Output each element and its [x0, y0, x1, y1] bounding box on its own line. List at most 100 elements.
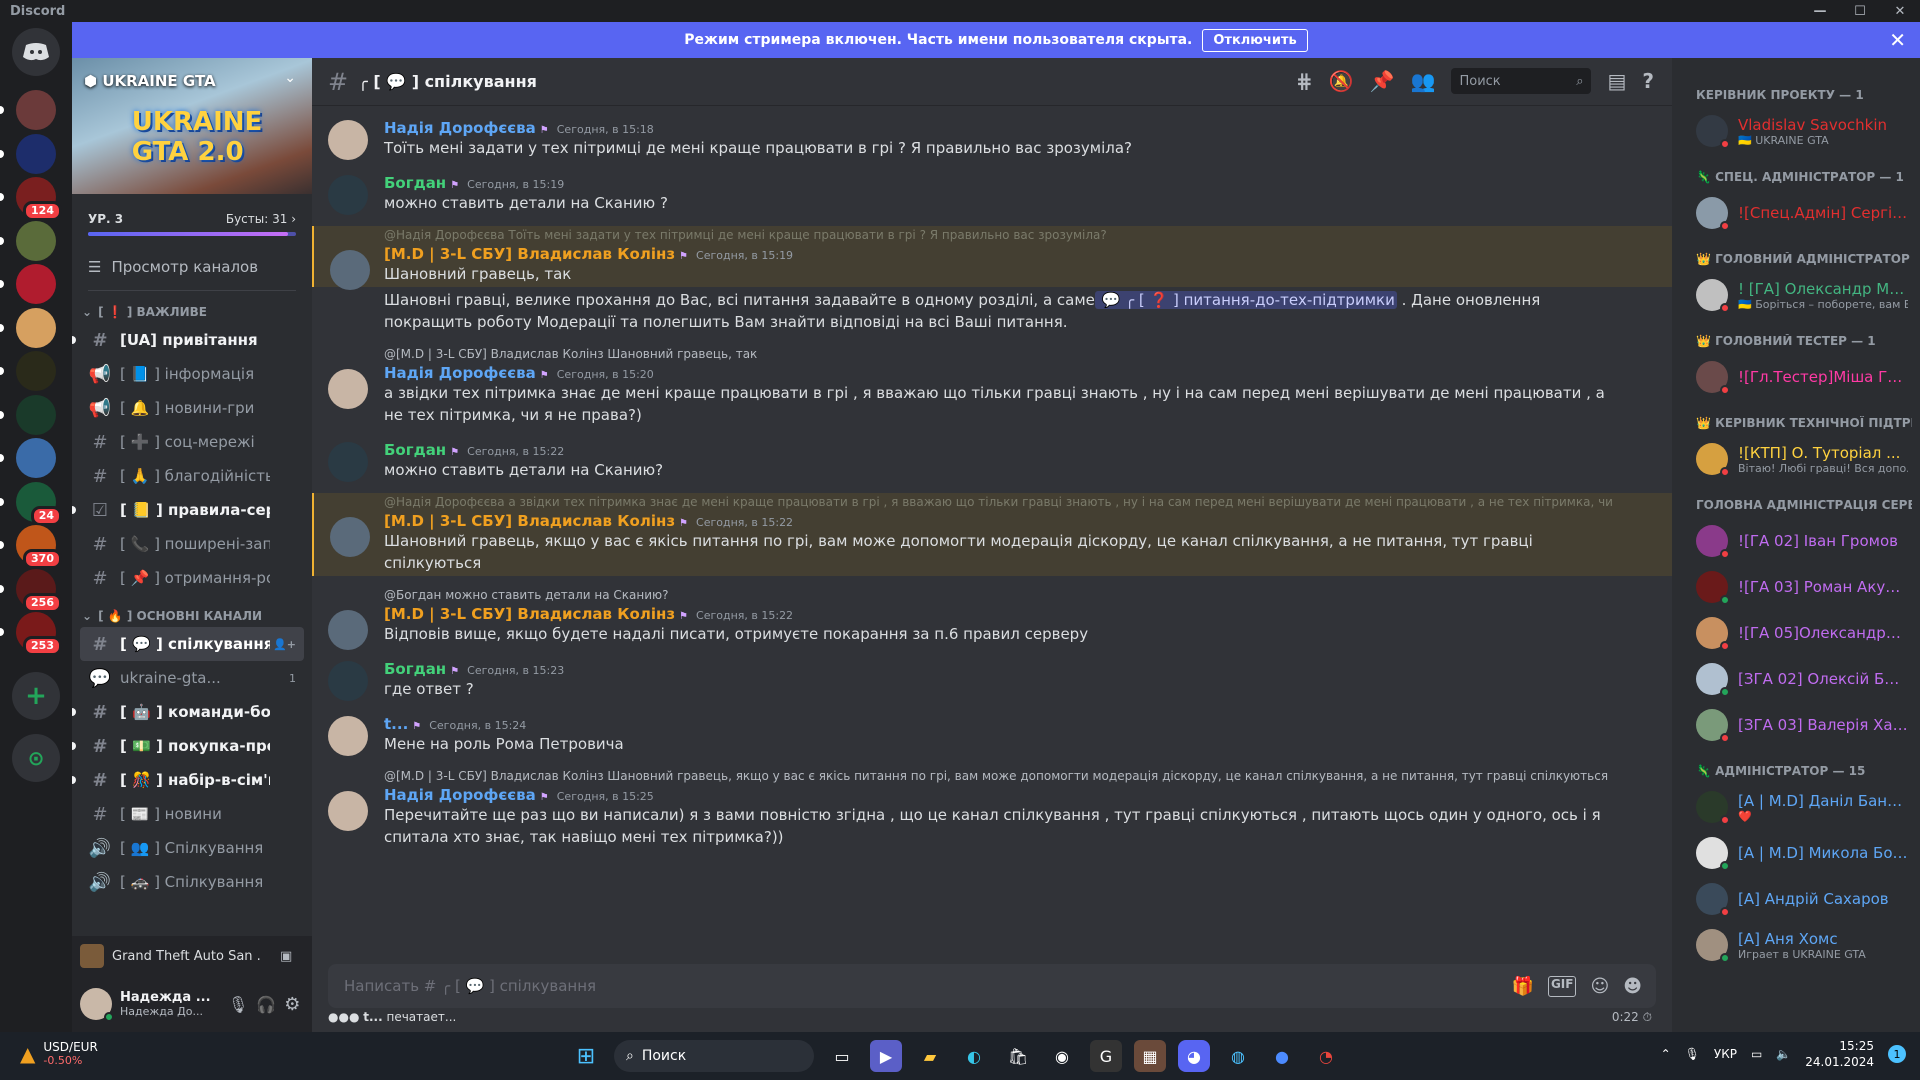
channel-item[interactable]: # [ 🙏 ] благодійність: [80, 459, 304, 493]
message[interactable]: @Богдан можно ставить детали на Сканию? […: [312, 586, 1672, 650]
avatar[interactable]: [328, 661, 368, 701]
message[interactable]: Богдан ⚑ Сегодня, в 15:19 можно ставить дет…: [312, 171, 1672, 216]
network-icon[interactable]: ▭: [1751, 1047, 1762, 1061]
channel-item[interactable]: # [ 🤖 ] команди-бота: [72, 695, 304, 729]
messenger-icon[interactable]: ●: [1266, 1040, 1298, 1072]
member-item[interactable]: ![Гл.Тестер]Міша Гол...: [1696, 356, 1912, 398]
close-banner-icon[interactable]: ✕: [1889, 28, 1906, 52]
teams-icon[interactable]: ▶: [870, 1040, 902, 1072]
pin-icon[interactable]: 📌: [1370, 69, 1395, 93]
channel-item[interactable]: # [ 💬 ] спілкування 👤+: [80, 627, 304, 661]
reply-preview[interactable]: @[M.D | 3-L СБУ] Владислав Колінз Шановн…: [384, 347, 1612, 361]
channel-item[interactable]: # [UA] привітання: [72, 323, 304, 357]
reply-preview[interactable]: @[M.D | 3-L СБУ] Владислав Колінз Шановн…: [384, 769, 1612, 783]
windows-start-icon[interactable]: ⊞: [570, 1040, 602, 1072]
emoji-icon[interactable]: ☻: [1623, 976, 1642, 997]
boost-status[interactable]: УР. 3 Бусты: 31 ›: [72, 194, 312, 232]
members-icon[interactable]: 👥: [1411, 69, 1436, 93]
channel-item[interactable]: # [ 📌 ] отримання-ро...: [80, 561, 304, 595]
avatar[interactable]: [328, 610, 368, 650]
volume-icon[interactable]: 🔈: [1776, 1047, 1791, 1061]
reply-preview[interactable]: @Надія Дорофєєва Тоїть мені задати у тех…: [384, 228, 1612, 242]
channel-item[interactable]: # [ ➕ ] соц-мережі: [80, 425, 304, 459]
threads-icon[interactable]: ⋕: [1296, 69, 1313, 93]
server-icon[interactable]: [0, 90, 56, 130]
member-item[interactable]: ![ГА 05]Олександра ...: [1696, 612, 1912, 654]
server-icon[interactable]: [0, 351, 56, 391]
channel-item[interactable]: ☑ [ 📒 ] правила-серв...: [72, 493, 304, 527]
avatar[interactable]: [328, 791, 368, 831]
member-item[interactable]: ! [ГА] Олександр Мір... 🇺🇦 Боріться – поб…: [1696, 274, 1912, 316]
message[interactable]: Богдан ⚑ Сегодня, в 15:22 можно ставить дет…: [312, 438, 1672, 483]
channel-item[interactable]: 📢 [ 📘 ] інформація: [80, 357, 304, 391]
invite-icon[interactable]: 👤+: [273, 638, 296, 651]
message-author[interactable]: [M.D | 3-L СБУ] Владислав Колінз: [384, 512, 675, 530]
search-input[interactable]: Поиск ⌕: [1451, 68, 1592, 94]
disable-streamer-mode-button[interactable]: Отключить: [1202, 28, 1308, 52]
message[interactable]: t... ⚑ Сегодня, в 15:24 Мене на роль Рома П…: [312, 712, 1672, 757]
maximize-icon[interactable]: ☐: [1840, 0, 1880, 22]
notification-mute-icon[interactable]: 🔕: [1329, 69, 1354, 93]
message-author[interactable]: [M.D | 3-L СБУ] Владислав Колінз: [384, 245, 675, 263]
avatar[interactable]: [328, 442, 368, 482]
obs-icon[interactable]: ◉: [1046, 1040, 1078, 1072]
sticker-icon[interactable]: ☺: [1590, 976, 1609, 997]
close-window-icon[interactable]: ✕: [1880, 0, 1920, 22]
server-icon[interactable]: 24: [0, 481, 62, 526]
channel-item[interactable]: 🔊 [ 👥 ] Спілкування: [80, 831, 304, 865]
avatar[interactable]: [328, 120, 368, 160]
channel-item[interactable]: 💬 ukraine-gta... 1: [80, 661, 304, 695]
member-item[interactable]: [A | M.D] Микола Бог...: [1696, 832, 1912, 874]
gif-icon[interactable]: GIF: [1547, 975, 1577, 997]
microphone-tray-icon[interactable]: 🎙: [1685, 1047, 1700, 1061]
server-icon[interactable]: 124: [0, 177, 62, 221]
message-author[interactable]: t...: [384, 715, 408, 733]
microphone-icon[interactable]: 🎙: [228, 995, 248, 1014]
language-indicator[interactable]: УКР: [1714, 1047, 1737, 1061]
discover-button[interactable]: ⊙: [12, 734, 60, 782]
message[interactable]: @Надія Дорофєєва Тоїть мені задати у тех…: [312, 226, 1672, 290]
message[interactable]: Надія Дорофєєва ⚑ Сегодня, в 15:18 Тоїть ме…: [312, 116, 1672, 161]
member-item[interactable]: [ЗГА 03] Валерія Хар...: [1696, 704, 1912, 746]
category-main[interactable]: ⌄ [ 🔥 ] ОСНОВНІ КАНАЛИ: [72, 595, 312, 627]
channel-item[interactable]: 🔊 [ 🚓 ] Спілкування: [80, 865, 304, 899]
activity-bar[interactable]: Grand Theft Auto San ... ▣: [72, 936, 312, 976]
member-item[interactable]: [A] Аня Хомс Играет в UKRAINE GTA: [1696, 924, 1912, 966]
avatar[interactable]: [80, 988, 114, 1022]
avatar[interactable]: [328, 175, 368, 215]
reply-preview[interactable]: @Богдан можно ставить детали на Сканию?: [384, 588, 1612, 602]
inbox-icon[interactable]: ▤: [1607, 69, 1626, 93]
message[interactable]: @[M.D | 3-L СБУ] Владислав Колінз Шановн…: [312, 345, 1672, 428]
discord-taskbar-icon[interactable]: ◕: [1178, 1040, 1210, 1072]
file-explorer-icon[interactable]: ▰: [914, 1040, 946, 1072]
add-server-button[interactable]: +: [12, 672, 60, 720]
avatar[interactable]: [328, 716, 368, 756]
headphones-icon[interactable]: 🎧: [256, 995, 276, 1014]
channel-item[interactable]: # [ 🎊 ] набір-в-сім'ю: [72, 763, 304, 797]
channel-item[interactable]: # [ 📰 ] новини: [80, 797, 304, 831]
member-item[interactable]: ![Спец.Адмін] Сергій ...: [1696, 192, 1912, 234]
channel-item[interactable]: 📢 [ 🔔 ] новини-гри: [80, 391, 304, 425]
message-author[interactable]: Надія Дорофєєва: [384, 119, 536, 137]
taskbar-search[interactable]: ⌕ Поиск: [614, 1040, 814, 1072]
message[interactable]: @Надія Дорофєєва а звідки тех пітримка з…: [312, 493, 1672, 576]
game-launcher-icon[interactable]: G: [1090, 1040, 1122, 1072]
server-icon[interactable]: [0, 264, 56, 304]
gift-icon[interactable]: 🎁: [1512, 976, 1534, 997]
message-author[interactable]: Богдан: [384, 660, 446, 678]
browse-channels[interactable]: ☰ Просмотр каналов: [88, 258, 296, 291]
reply-preview[interactable]: @Надія Дорофєєва а звідки тех пітримка з…: [384, 495, 1612, 509]
notification-badge[interactable]: 1: [1888, 1045, 1906, 1063]
message-input[interactable]: Написать # ╭ [ 💬 ] спілкування 🎁 GIF ☺ ☻: [328, 964, 1656, 1008]
message-author[interactable]: Богдан: [384, 441, 446, 459]
member-item[interactable]: [A | M.D] Даніл Бане... ❤️: [1696, 786, 1912, 828]
member-item[interactable]: ![ГА 02] Іван Громов: [1696, 520, 1912, 562]
message-author[interactable]: [M.D | 3-L СБУ] Владислав Колінз: [384, 605, 675, 623]
message-author[interactable]: Богдан: [384, 174, 446, 192]
edge-icon[interactable]: ◐: [958, 1040, 990, 1072]
member-item[interactable]: ![КТП] О. Туторіал ... Вітаю! Любі гравці…: [1696, 438, 1912, 480]
screen-share-icon[interactable]: ▣: [280, 949, 292, 964]
channel-mention[interactable]: 💬 ╭ [ ❓ ] питання-до-тех-підтримки: [1094, 291, 1397, 309]
message-author[interactable]: Надія Дорофєєва: [384, 364, 536, 382]
channel-item[interactable]: # [ 📞 ] поширені-зап...: [80, 527, 304, 561]
